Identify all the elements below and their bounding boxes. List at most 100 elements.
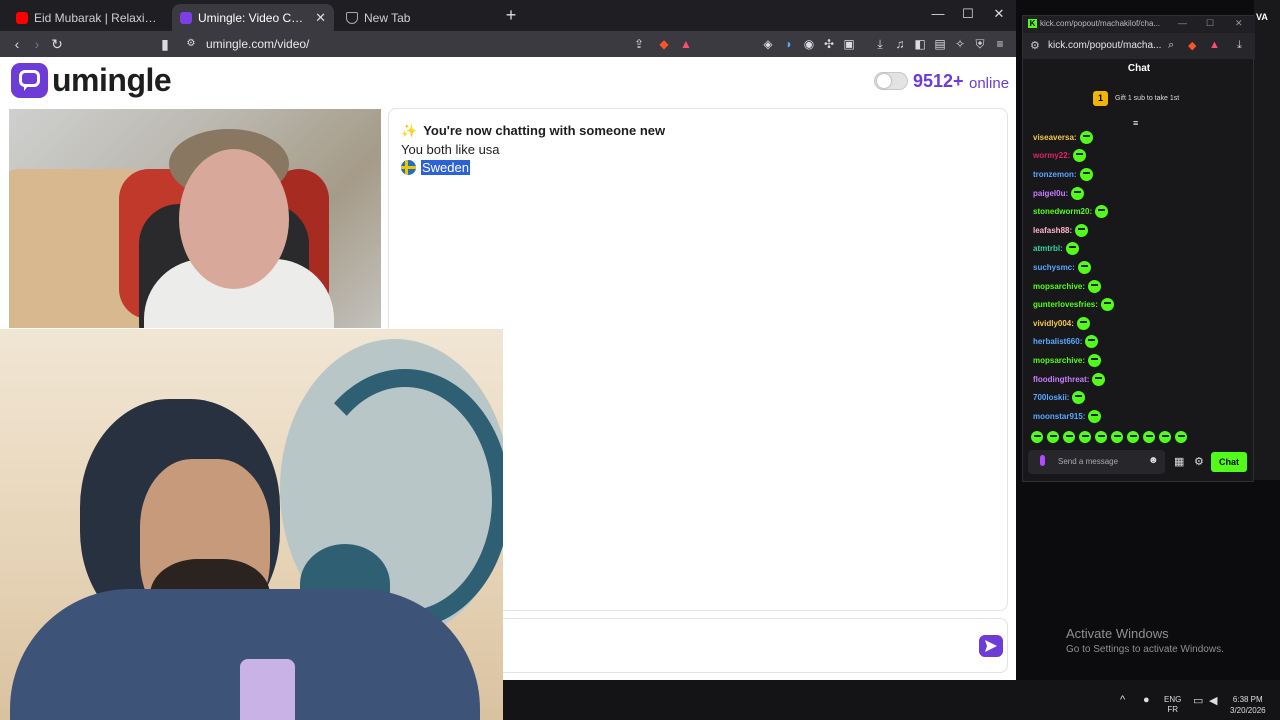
clock[interactable]: 6:38 PM 3/20/2026 (1230, 694, 1266, 716)
send-button[interactable] (979, 635, 1003, 657)
pinned-chevron-icon[interactable]: ≡ (1133, 118, 1138, 128)
chat-username[interactable]: moonstar915: (1033, 412, 1085, 421)
new-tab-button[interactable]: + (502, 6, 520, 24)
chat-username[interactable]: tronzemon: (1033, 170, 1077, 179)
chat-username[interactable]: atmtrbl: (1033, 244, 1063, 253)
search-icon[interactable]: ⌕ (1168, 39, 1174, 52)
close-window-icon[interactable]: ✕ (990, 6, 1008, 22)
close-tab-icon[interactable]: ✕ (315, 10, 326, 26)
vpn-shield-icon[interactable]: ⛨ (972, 36, 988, 52)
mode-toggle[interactable] (874, 72, 908, 90)
chat-username[interactable]: viseaversa: (1033, 133, 1077, 142)
site-settings-icon[interactable]: ⚙ (1030, 39, 1040, 52)
media-icon[interactable]: ♫ (892, 36, 908, 52)
reload-icon[interactable]: ↻ (48, 35, 66, 53)
microphone-icon[interactable] (1040, 455, 1045, 466)
umingle-logo-icon[interactable] (11, 63, 48, 98)
address-bar[interactable]: umingle.com/video/ (206, 37, 309, 51)
emote-icon (1079, 167, 1093, 181)
gift-icon[interactable]: ▦ (1174, 455, 1184, 468)
chat-username[interactable]: suchysmc: (1033, 263, 1075, 272)
chevron-up-icon[interactable]: ^ (1120, 694, 1125, 706)
share-icon[interactable]: ⇪ (631, 36, 647, 52)
extension-eye-icon[interactable]: ◉ (801, 36, 817, 52)
brave-rewards-icon[interactable]: ▲ (678, 36, 694, 52)
emote-icon (1071, 186, 1085, 200)
emote-icon (1088, 353, 1102, 367)
downloads-icon[interactable]: ⤓ (872, 36, 888, 52)
emote-picker-icon[interactable] (1127, 431, 1139, 443)
chat-input[interactable]: Send a message ☻ (1028, 450, 1165, 474)
extensions-icon[interactable]: ✣ (821, 36, 837, 52)
close-window-icon[interactable]: ✕ (1235, 18, 1243, 29)
leo-ai-icon[interactable]: ✧ (952, 36, 968, 52)
chat-input-placeholder: Send a message (1058, 457, 1119, 466)
forward-icon[interactable]: › (28, 35, 46, 53)
emote-picker-icon[interactable] (1047, 431, 1059, 443)
maximize-icon[interactable]: ☐ (959, 6, 977, 22)
site-settings-icon[interactable]: ⚙ (182, 35, 200, 53)
wallet-icon[interactable]: ▤ (932, 36, 948, 52)
vpn-icon[interactable]: ◈ (760, 36, 776, 52)
brave-shield-icon[interactable]: ◆ (656, 36, 672, 52)
chat-username[interactable]: vividly004: (1033, 319, 1074, 328)
minimize-icon[interactable]: — (929, 6, 947, 21)
volume-icon[interactable]: ◀ (1209, 694, 1217, 707)
maximize-icon[interactable]: ☐ (1206, 18, 1214, 29)
site-logo-text[interactable]: umingle (52, 62, 172, 99)
online-label: online (969, 75, 1010, 92)
brave-rewards-icon[interactable]: ▲ (1209, 39, 1220, 51)
chat-username[interactable]: stonedworm20: (1033, 207, 1092, 216)
chat-message: suchysmc: (1033, 258, 1248, 277)
audio-icon[interactable]: ◗ (781, 36, 797, 52)
network-icon[interactable]: ▭ (1193, 694, 1203, 707)
chat-username[interactable]: mopsarchive: (1033, 282, 1085, 291)
screenshot-icon[interactable]: ▣ (841, 36, 857, 52)
menu-icon[interactable]: ≡ (992, 36, 1008, 52)
chat-message: 700loskii: (1033, 388, 1248, 407)
tab-umingle[interactable]: Umingle: Video Chat with Str ✕ (172, 4, 334, 31)
emote-picker-icon[interactable] (1079, 431, 1091, 443)
chat-message-list: viseaversa: wormy22: tronzemon: paigel0u: st… (1033, 128, 1248, 426)
chat-username[interactable]: floodingthreat: (1033, 375, 1089, 384)
chat-username[interactable]: gunterlovesfries: (1033, 300, 1098, 309)
chat-send-button[interactable]: Chat (1211, 452, 1247, 472)
sparkle-icon: ✨ (401, 123, 418, 138)
chat-username[interactable]: paigel0u: (1033, 189, 1068, 198)
chat-username[interactable]: 700loskii: (1033, 393, 1069, 402)
brave-shield-icon[interactable]: ◆ (1188, 39, 1196, 52)
sidebar-icon[interactable]: ◧ (912, 36, 928, 52)
emote-picker-icon[interactable] (1095, 431, 1107, 443)
gift-text: Gift 1 sub to take 1st (1115, 95, 1180, 102)
chat-username[interactable]: wormy22: (1033, 151, 1070, 160)
chat-message: herbalist660: (1033, 333, 1248, 352)
navigation-bar: ‹ › ↻ ▮ ⚙ umingle.com/video/ ⇪ ◆ ▲ ◈ ◗ ◉… (0, 31, 1016, 57)
tab-eid-mubarak[interactable]: Eid Mubarak | Relaxing & Beautif (8, 4, 168, 31)
emoji-icon[interactable]: ☻ (1148, 455, 1159, 466)
chat-message: moonstar915: (1033, 407, 1248, 426)
back-icon[interactable]: ‹ (8, 35, 26, 53)
microphone-icon[interactable]: ● (1143, 694, 1150, 706)
shield-icon (346, 11, 358, 24)
downloads-icon[interactable]: ⤓ (1237, 39, 1242, 52)
emote-picker-icon[interactable] (1175, 431, 1187, 443)
chat-message: mopsarchive: (1033, 277, 1248, 296)
bookmark-icon[interactable]: ▮ (156, 35, 174, 53)
emote-picker-icon[interactable] (1031, 431, 1043, 443)
gift-sub-banner[interactable]: 1 Gift 1 sub to take 1st (1093, 91, 1179, 106)
language-indicator[interactable]: ENG FR (1164, 695, 1181, 715)
settings-icon[interactable]: ⚙ (1194, 455, 1204, 468)
minimize-icon[interactable]: — (1178, 18, 1187, 28)
chat-username[interactable]: herbalist660: (1033, 337, 1082, 346)
chat-message: tronzemon: (1033, 165, 1248, 184)
emote-picker-icon[interactable] (1111, 431, 1123, 443)
chat-username[interactable]: mopsarchive: (1033, 356, 1085, 365)
kick-url[interactable]: kick.com/popout/macha... (1048, 40, 1161, 51)
time: 6:38 PM (1232, 695, 1263, 704)
chat-username[interactable]: leafash88: (1033, 226, 1072, 235)
emote-picker-icon[interactable] (1159, 431, 1171, 443)
emote-picker-icon[interactable] (1143, 431, 1155, 443)
emote-picker-icon[interactable] (1063, 431, 1075, 443)
emote-icon (1092, 372, 1106, 386)
tab-new-tab[interactable]: New Tab (338, 4, 498, 31)
